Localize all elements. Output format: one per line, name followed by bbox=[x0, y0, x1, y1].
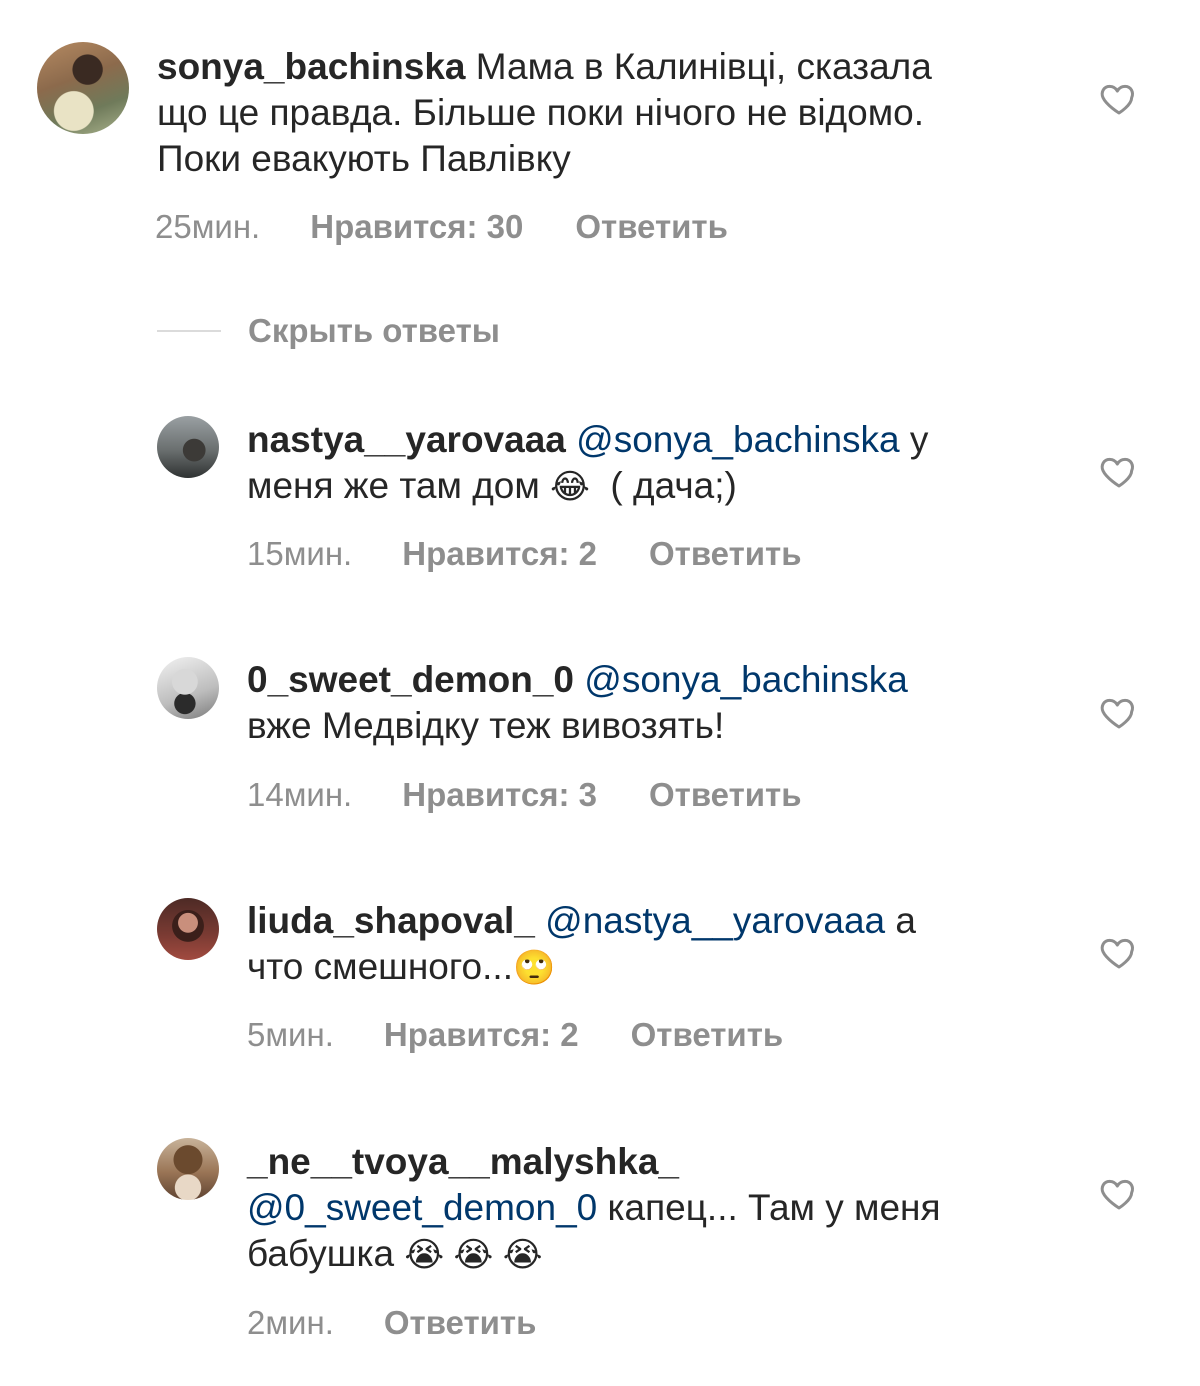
likes-count[interactable]: Нравится: 2 bbox=[402, 534, 597, 574]
comment-body-line3: Поки евакують Павлівку bbox=[157, 138, 571, 179]
reply-body-line2: вже Медвідку теж вивозять! bbox=[247, 705, 725, 746]
username-liuda-shapoval[interactable]: liuda_shapoval_ bbox=[247, 900, 535, 941]
heart-icon[interactable] bbox=[1099, 692, 1139, 732]
laughing-tears-emoji: 😂 bbox=[550, 468, 590, 506]
heart-icon[interactable] bbox=[1099, 451, 1139, 491]
reply-button[interactable]: Ответить bbox=[649, 775, 802, 815]
reply-meta: 15мин. Нравится: 2 Ответить bbox=[247, 534, 802, 574]
crying-emoji: 😭 😭 😭 bbox=[404, 1236, 543, 1274]
avatar-sonya-bachinska[interactable] bbox=[37, 42, 129, 134]
comment-time[interactable]: 14мин. bbox=[247, 775, 352, 815]
username-sonya-bachinska[interactable]: sonya_bachinska bbox=[157, 46, 465, 87]
mention-link[interactable]: @sonya_bachinska bbox=[576, 419, 899, 460]
reply-body: а bbox=[885, 900, 916, 941]
mention-link[interactable]: @sonya_bachinska bbox=[584, 659, 907, 700]
avatar-liuda-shapoval[interactable] bbox=[157, 898, 219, 960]
hide-replies-label[interactable]: Скрыть ответы bbox=[248, 312, 500, 350]
comment-body-line2: що це правда. Більше поки нічого не відо… bbox=[157, 92, 925, 133]
hide-replies-divider bbox=[157, 330, 221, 332]
reply-body-tail: ( дача;) bbox=[589, 465, 737, 506]
reply-button[interactable]: Ответить bbox=[649, 534, 802, 574]
main-comment-text: sonya_bachinska Мама в Калинівці, сказал… bbox=[157, 44, 1057, 182]
reply-body-line2: что смешного... bbox=[247, 946, 513, 987]
reply-button[interactable]: Ответить bbox=[631, 1015, 784, 1055]
comment-time[interactable]: 25мин. bbox=[155, 207, 260, 247]
comment-time[interactable]: 2мин. bbox=[247, 1303, 334, 1343]
reply-meta: 2мин. Ответить bbox=[247, 1303, 536, 1343]
hide-replies-button[interactable]: Скрыть ответы bbox=[157, 312, 500, 352]
reply-body: капец... Там у меня bbox=[597, 1187, 941, 1228]
reply-text: 0_sweet_demon_0 @sonya_bachinska вже Мед… bbox=[247, 657, 1067, 749]
username-0-sweet-demon-0[interactable]: 0_sweet_demon_0 bbox=[247, 659, 574, 700]
avatar-ne-tvoya-malyshka[interactable] bbox=[157, 1138, 219, 1200]
mention-link[interactable]: @nastya__yarovaaa bbox=[545, 900, 885, 941]
username-nastya-yarovaaa[interactable]: nastya__yarovaaa bbox=[247, 419, 566, 460]
heart-icon[interactable] bbox=[1099, 1173, 1139, 1213]
reply-meta: 14мин. Нравится: 3 Ответить bbox=[247, 775, 802, 815]
likes-count[interactable]: Нравится: 30 bbox=[310, 207, 523, 247]
likes-count[interactable]: Нравится: 3 bbox=[402, 775, 597, 815]
heart-icon[interactable] bbox=[1099, 78, 1139, 118]
mention-link[interactable]: @0_sweet_demon_0 bbox=[247, 1187, 597, 1228]
reply-button[interactable]: Ответить bbox=[575, 207, 728, 247]
likes-count[interactable]: Нравится: 2 bbox=[384, 1015, 579, 1055]
reply-text: _ne__tvoya__malyshka_ @0_sweet_demon_0 к… bbox=[247, 1139, 1067, 1278]
reply-body: у bbox=[899, 419, 929, 460]
main-comment-meta: 25мин. Нравится: 30 Ответить bbox=[155, 207, 728, 247]
reply-body-line3: бабушка bbox=[247, 1233, 405, 1274]
avatar-0-sweet-demon-0[interactable] bbox=[157, 657, 219, 719]
avatar-nastya-yarovaaa[interactable] bbox=[157, 416, 219, 478]
username-ne-tvoya-malyshka[interactable]: _ne__tvoya__malyshka_ bbox=[247, 1141, 679, 1182]
reply-button[interactable]: Ответить bbox=[384, 1303, 537, 1343]
comment-time[interactable]: 5мин. bbox=[247, 1015, 334, 1055]
reply-meta: 5мин. Нравится: 2 Ответить bbox=[247, 1015, 783, 1055]
reply-text: liuda_shapoval_ @nastya__yarovaaa а что … bbox=[247, 898, 1067, 991]
comment-time[interactable]: 15мин. bbox=[247, 534, 352, 574]
heart-icon[interactable] bbox=[1099, 932, 1139, 972]
comment-body: Мама в Калинівці, сказала bbox=[465, 46, 932, 87]
eye-roll-emoji: 🙄 bbox=[512, 949, 556, 987]
reply-text: nastya__yarovaaa @sonya_bachinska у меня… bbox=[247, 417, 1067, 510]
reply-body-line2: меня же там дом bbox=[247, 465, 551, 506]
